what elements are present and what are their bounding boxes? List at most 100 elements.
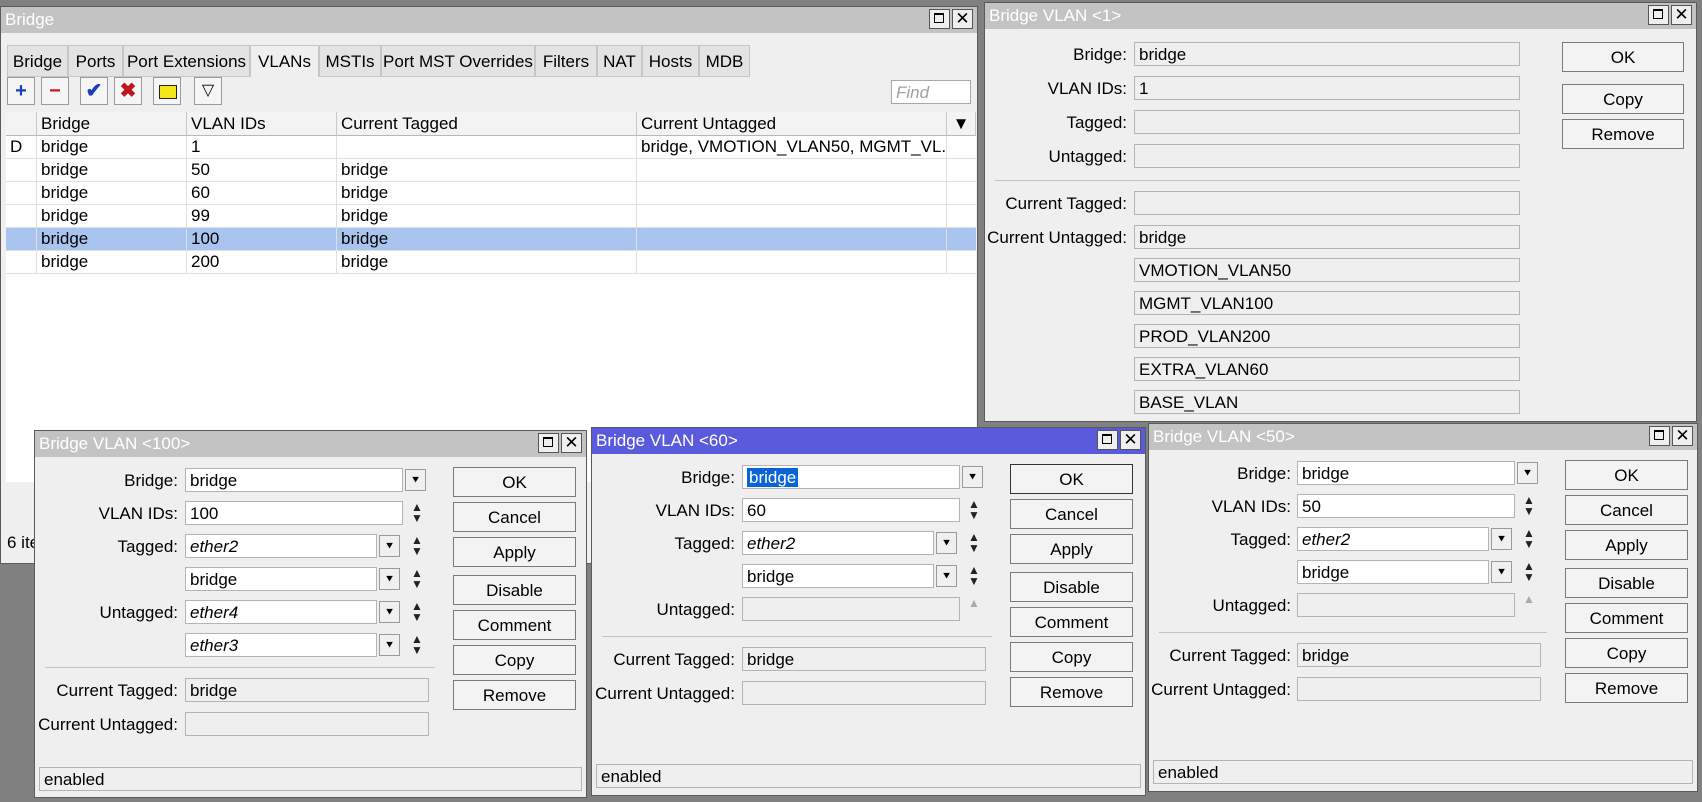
tab-nat[interactable]: NAT <box>597 45 642 77</box>
copy-button[interactable]: Copy <box>1010 642 1133 672</box>
table-row[interactable]: bridge 200 bridge <box>6 251 976 274</box>
add-arrow-icon[interactable]: ▲ <box>965 597 983 620</box>
tagged-select[interactable]: bridge <box>185 567 377 591</box>
add-remove-arrows-icon[interactable]: ▲ ▼ <box>1520 560 1538 583</box>
add-remove-arrows-icon[interactable]: ▲ ▼ <box>1520 527 1538 550</box>
ok-button[interactable]: OK <box>1562 42 1684 72</box>
col-bridge[interactable]: Bridge <box>37 112 187 136</box>
copy-button[interactable]: Copy <box>1565 638 1688 668</box>
column-chooser-icon[interactable]: ▼ <box>947 112 976 136</box>
table-row[interactable]: bridge 99 bridge <box>6 205 976 228</box>
add-remove-arrows-icon[interactable]: ▲ ▼ <box>408 600 426 623</box>
tagged-select[interactable]: bridge <box>1297 560 1489 584</box>
col-current-tagged[interactable]: Current Tagged <box>337 112 637 136</box>
dropdown-arrow-icon[interactable]: ⯆ <box>1491 561 1512 583</box>
vlan-ids-input[interactable]: 60 <box>742 498 960 522</box>
table-row[interactable]: bridge 50 bridge <box>6 159 976 182</box>
filter-icon[interactable]: ▽ <box>194 77 222 105</box>
enable-check-icon[interactable]: ✔ <box>80 77 108 105</box>
find-input[interactable]: Find <box>891 80 971 104</box>
close-icon[interactable]: ✕ <box>1671 5 1692 25</box>
tagged-select[interactable]: ether2 <box>1297 527 1489 551</box>
apply-button[interactable]: Apply <box>453 537 576 567</box>
vlan1-titlebar[interactable]: Bridge VLAN <1> ✕ <box>985 3 1696 29</box>
close-icon[interactable]: ✕ <box>1120 430 1141 450</box>
remove-button[interactable]: Remove <box>1010 677 1133 707</box>
vlan50-titlebar[interactable]: Bridge VLAN <50> ✕ <box>1149 424 1697 450</box>
comment-button[interactable]: Comment <box>1565 603 1688 633</box>
remove-button[interactable]: Remove <box>1565 673 1688 703</box>
add-remove-arrows-icon[interactable]: ▲ ▼ <box>408 534 426 557</box>
dropdown-arrow-icon[interactable]: ⯆ <box>1491 528 1512 550</box>
remove-icon[interactable]: − <box>41 77 69 105</box>
cancel-button[interactable]: Cancel <box>453 502 576 532</box>
apply-button[interactable]: Apply <box>1010 534 1133 564</box>
table-row[interactable]: bridge 60 bridge <box>6 182 976 205</box>
maximize-icon[interactable] <box>929 9 950 29</box>
bridge-select[interactable]: bridge <box>1297 461 1515 485</box>
add-icon[interactable]: + <box>7 77 35 105</box>
maximize-icon[interactable] <box>1097 430 1118 450</box>
remove-button[interactable]: Remove <box>1562 119 1684 149</box>
tab-mdb[interactable]: MDB <box>699 45 750 77</box>
dropdown-arrow-icon[interactable]: ⯆ <box>1517 462 1538 484</box>
add-remove-arrows-icon[interactable]: ▲ ▼ <box>1520 494 1538 517</box>
remove-button[interactable]: Remove <box>453 680 576 710</box>
vlan60-titlebar[interactable]: Bridge VLAN <60> ✕ <box>592 428 1145 454</box>
add-remove-arrows-icon[interactable]: ▲ ▼ <box>965 564 983 587</box>
tab-filters[interactable]: Filters <box>535 45 597 77</box>
tab-ports[interactable]: Ports <box>68 45 123 77</box>
col-vlan-ids[interactable]: VLAN IDs <box>187 112 337 136</box>
ok-button[interactable]: OK <box>1010 464 1133 494</box>
tab-mstis[interactable]: MSTIs <box>319 45 381 77</box>
tab-port-mst-overrides[interactable]: Port MST Overrides <box>381 45 535 77</box>
close-icon[interactable]: ✕ <box>561 433 582 453</box>
table-row-selected[interactable]: bridge 100 bridge <box>6 228 976 251</box>
dropdown-arrow-icon[interactable]: ⯆ <box>379 568 400 590</box>
maximize-icon[interactable] <box>1649 426 1670 446</box>
cancel-button[interactable]: Cancel <box>1565 495 1688 525</box>
dropdown-arrow-icon[interactable]: ⯆ <box>962 466 983 488</box>
apply-button[interactable]: Apply <box>1565 530 1688 560</box>
dropdown-arrow-icon[interactable]: ⯆ <box>936 532 957 554</box>
comment-note-icon[interactable] <box>153 77 181 105</box>
dropdown-arrow-icon[interactable]: ⯆ <box>405 469 426 491</box>
tagged-select[interactable]: ether2 <box>185 534 377 558</box>
comment-button[interactable]: Comment <box>1010 607 1133 637</box>
untagged-field[interactable] <box>1297 593 1515 617</box>
dropdown-arrow-icon[interactable]: ⯆ <box>936 565 957 587</box>
vlan-ids-input[interactable]: 50 <box>1297 494 1515 518</box>
ok-button[interactable]: OK <box>453 467 576 497</box>
dropdown-arrow-icon[interactable]: ⯆ <box>379 634 400 656</box>
add-remove-arrows-icon[interactable]: ▲ ▼ <box>408 501 426 524</box>
copy-button[interactable]: Copy <box>453 645 576 675</box>
add-remove-arrows-icon[interactable]: ▲ ▼ <box>408 633 426 656</box>
untagged-select[interactable]: ether4 <box>185 600 377 624</box>
copy-button[interactable]: Copy <box>1562 84 1684 114</box>
untagged-field[interactable] <box>742 597 960 621</box>
ok-button[interactable]: OK <box>1565 460 1688 490</box>
disable-button[interactable]: Disable <box>1010 572 1133 602</box>
untagged-select[interactable]: ether3 <box>185 633 377 657</box>
bridge-select[interactable]: bridge <box>185 468 403 492</box>
add-arrow-icon[interactable]: ▲ <box>1520 593 1538 616</box>
vlan100-titlebar[interactable]: Bridge VLAN <100> ✕ <box>35 431 586 457</box>
col-current-untagged[interactable]: Current Untagged <box>637 112 947 136</box>
tagged-select[interactable]: bridge <box>742 564 934 588</box>
vlan-ids-input[interactable]: 100 <box>185 501 403 525</box>
maximize-icon[interactable] <box>1648 5 1669 25</box>
add-remove-arrows-icon[interactable]: ▲ ▼ <box>408 567 426 590</box>
close-icon[interactable]: ✕ <box>952 9 973 29</box>
tagged-select[interactable]: ether2 <box>742 531 934 555</box>
table-row[interactable]: D bridge 1 bridge, VMOTION_VLAN50, MGMT_… <box>6 136 976 159</box>
add-remove-arrows-icon[interactable]: ▲ ▼ <box>965 531 983 554</box>
disable-button[interactable]: Disable <box>1565 568 1688 598</box>
maximize-icon[interactable] <box>538 433 559 453</box>
bridge-select[interactable]: bridge <box>742 465 960 489</box>
disable-x-icon[interactable]: ✖ <box>114 77 142 105</box>
disable-button[interactable]: Disable <box>453 575 576 605</box>
tab-hosts[interactable]: Hosts <box>642 45 699 77</box>
tab-port-extensions[interactable]: Port Extensions <box>123 45 250 77</box>
add-remove-arrows-icon[interactable]: ▲ ▼ <box>965 498 983 521</box>
dropdown-arrow-icon[interactable]: ⯆ <box>379 535 400 557</box>
